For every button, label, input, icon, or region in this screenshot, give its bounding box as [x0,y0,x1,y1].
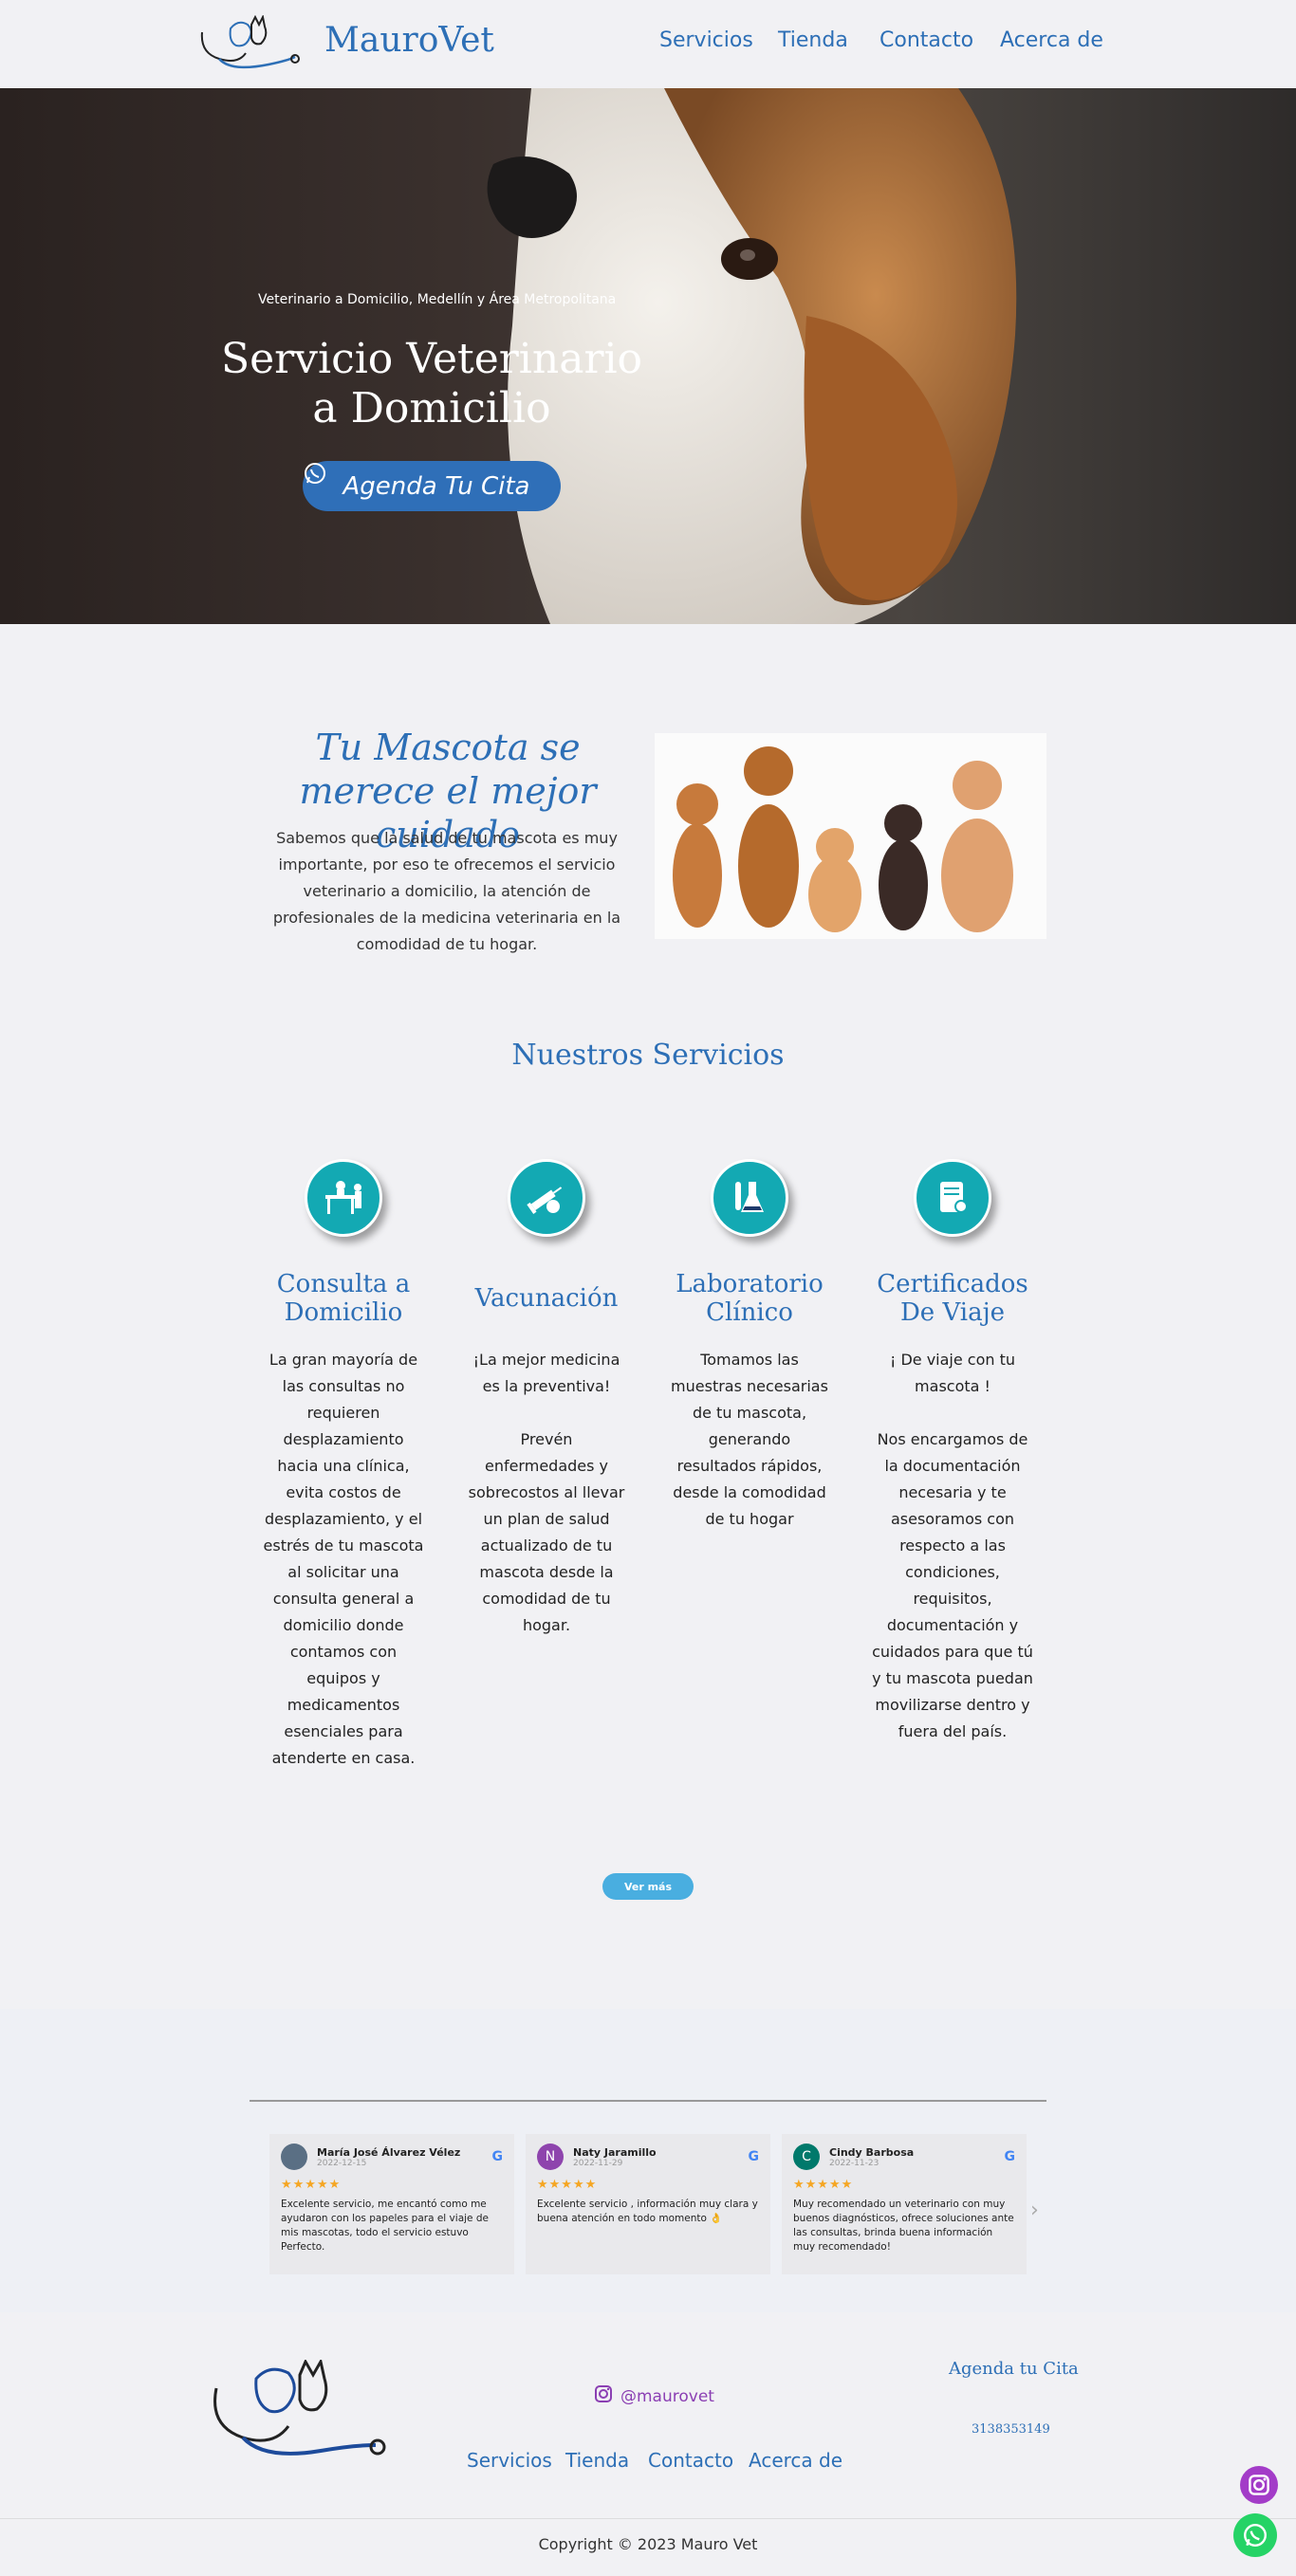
footer-nav-acerca-de[interactable]: Acerca de [749,2449,842,2472]
instagram-handle: @maurovet [620,2386,714,2406]
pets-group-image [655,733,1046,939]
instagram-icon [594,2384,613,2408]
instagram-link[interactable]: @maurovet [594,2384,714,2408]
avatar: N [537,2144,564,2170]
divider [250,2100,1046,2102]
hero-banner: Veterinario a Domicilio, Medellín y Área… [0,88,1296,624]
copyright: Copyright © 2023 Mauro Vet [538,2535,758,2553]
review-text: Excelente servicio , información muy cla… [537,2199,758,2224]
footer-logo[interactable] [197,2360,387,2464]
service-title: Certificados De Viaje [877,1270,1028,1327]
star-rating: ★★★★★ [537,2178,598,2192]
footer-nav-contacto[interactable]: Contacto [648,2449,733,2472]
nav-servicios[interactable]: Servicios [659,28,753,52]
intro-text: Sabemos que la salud de tu mascota es mu… [272,829,621,953]
google-icon: G [748,2149,760,2164]
footer-divider [0,2518,1296,2519]
footer-phone[interactable]: 3138353149 [972,2422,1050,2437]
ver-mas-button[interactable]: Ver más [602,1873,694,1900]
avatar: C [793,2144,820,2170]
floating-whatsapp-button[interactable] [1233,2513,1277,2557]
service-title: Laboratorio Clínico [676,1270,824,1327]
service-text: Tomamos las muestras necesarias de tu ma… [671,1351,828,1528]
floating-instagram-button[interactable] [1240,2466,1278,2504]
review-card: N Naty Jaramillo 2022-11-29 G ★★★★★ Exce… [526,2134,770,2274]
reviewer-name: María José Álvarez Vélez [317,2145,461,2159]
agenda-cita-label: Agenda Tu Cita [343,471,530,501]
maurovet-logo[interactable] [193,15,302,74]
google-icon: G [1004,2149,1016,2164]
star-rating: ★★★★★ [281,2178,342,2192]
star-rating: ★★★★★ [793,2178,854,2192]
review-card: C Cindy Barbosa 2022-11-23 G ★★★★★ Muy r… [782,2134,1027,2274]
flask-icon [711,1159,788,1237]
service-card-certificados: Certificados De Viaje ¡ De viaje con tu … [872,1159,1033,1745]
whatsapp-icon [1244,2524,1267,2547]
nav-contacto[interactable]: Contacto [879,28,973,52]
reviewer-name: Cindy Barbosa [829,2145,915,2159]
service-text: ¡La mejor medicina es la preventiva! Pre… [468,1351,625,1634]
review-text: Muy recomendado un veterinario con muy b… [793,2199,1014,2253]
instagram-icon [1249,2475,1269,2495]
review-date: 2022-12-15 [317,2158,367,2168]
google-icon: G [491,2149,504,2164]
services-title: Nuestros Servicios [511,1039,785,1072]
review-card: María José Álvarez Vélez 2022-12-15 G ★★… [269,2134,514,2274]
site-header: MauroVet Servicios Tienda Contacto Acerc… [0,0,1296,88]
footer-nav-tienda[interactable]: Tienda [565,2449,629,2472]
agenda-cita-button[interactable]: Agenda Tu Cita [303,461,561,511]
chevron-right-icon[interactable]: › [1030,2199,1039,2222]
footer-agenda-link[interactable]: Agenda tu Cita [949,2359,1079,2379]
service-title: Consulta a Domicilio [276,1270,411,1327]
hero-subtitle: Veterinario a Domicilio, Medellín y Área… [258,292,617,307]
reviewer-name: Naty Jaramillo [573,2145,657,2159]
footer-nav-servicios[interactable]: Servicios [467,2449,552,2472]
nav-acerca-de[interactable]: Acerca de [1000,28,1103,52]
syringe-icon [508,1159,585,1237]
avatar [281,2144,307,2170]
review-text: Excelente servicio, me encantó como me a… [281,2199,489,2253]
service-card-laboratorio: Laboratorio Clínico Tomamos las muestras… [669,1159,830,1533]
review-date: 2022-11-29 [573,2158,623,2168]
hero-title: Servicio Veterinario a Domicilio [220,335,643,432]
service-title: Vacunación [474,1284,619,1313]
certificate-icon [914,1159,991,1237]
review-date: 2022-11-23 [829,2158,879,2168]
service-card-vacunacion: Vacunación ¡La mejor medicina es la prev… [466,1159,627,1639]
service-card-consulta: Consulta a Domicilio La gran mayoría de … [263,1159,424,1772]
brand-name[interactable]: MauroVet [324,21,494,60]
service-text: La gran mayoría de las consultas no requ… [263,1351,424,1767]
nav-tienda[interactable]: Tienda [778,28,848,52]
vet-table-icon [305,1159,382,1237]
service-text: ¡ De viaje con tu mascota ! Nos encargam… [872,1351,1033,1740]
